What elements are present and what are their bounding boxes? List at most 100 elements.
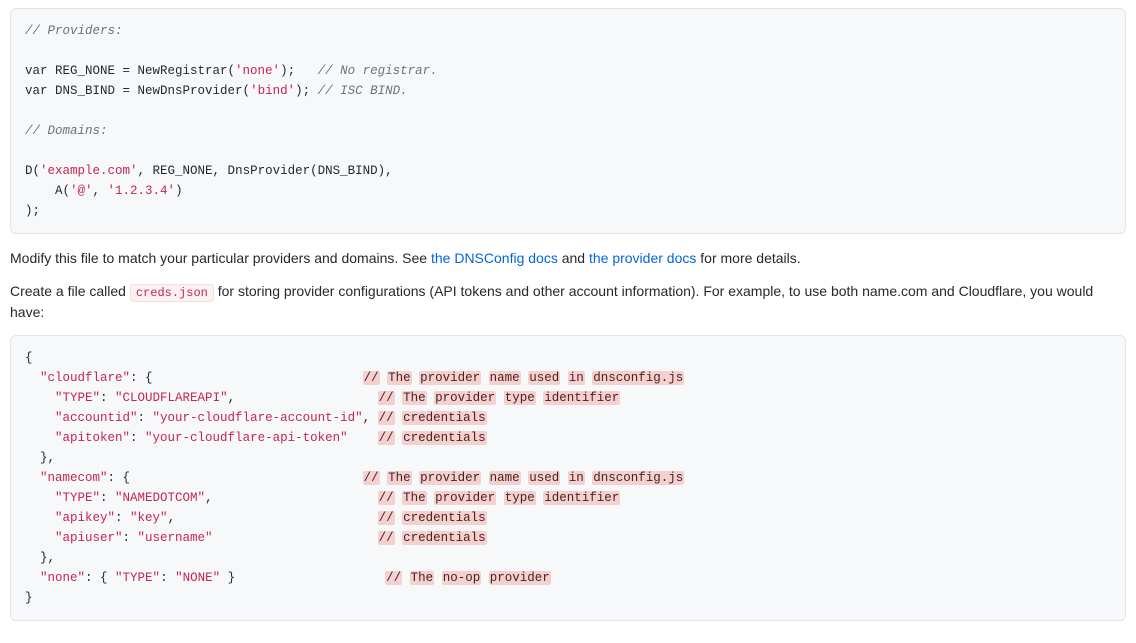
- code-string: "your-cloudflare-api-token": [145, 431, 348, 445]
- code-text: :: [160, 571, 175, 585]
- code-string: 'example.com': [40, 164, 138, 178]
- code-err: credentials: [402, 431, 487, 445]
- code-err: //: [363, 471, 380, 485]
- code-text: ,: [168, 511, 378, 525]
- code-err: name: [489, 371, 521, 385]
- code-err: used: [528, 471, 560, 485]
- code-text: D(: [25, 164, 40, 178]
- code-string: "apiuser": [55, 531, 123, 545]
- code-err: no-op: [442, 571, 482, 585]
- code-text: );: [295, 84, 318, 98]
- code-text: :: [123, 531, 138, 545]
- code-string: "username": [138, 531, 213, 545]
- code-block-dnsconfig: // Providers: var REG_NONE = NewRegistra…: [10, 8, 1126, 234]
- code-text: ,: [205, 491, 378, 505]
- code-errgroup: The provider name used in dnsconfig.js: [380, 471, 685, 485]
- code-text: },: [25, 451, 55, 465]
- code-err: credentials: [402, 411, 487, 425]
- code-text: );: [280, 64, 318, 78]
- code-err: //: [378, 391, 395, 405]
- code-text: [25, 531, 55, 545]
- code-text: :: [115, 511, 130, 525]
- code-err: dnsconfig.js: [592, 371, 684, 385]
- code-errgroup: credentials: [395, 411, 487, 425]
- code-err: type: [504, 491, 536, 505]
- code-comment: // No registrar.: [318, 64, 438, 78]
- code-err: //: [378, 511, 395, 525]
- code-text: [25, 411, 55, 425]
- code-err: provider: [434, 391, 496, 405]
- code-text: , REG_NONE, DnsProvider(DNS_BIND),: [138, 164, 393, 178]
- code-text: :: [138, 411, 153, 425]
- code-string: "namecom": [40, 471, 108, 485]
- code-err: The: [402, 391, 427, 405]
- code-string: "NONE": [175, 571, 220, 585]
- code-string: "TYPE": [55, 491, 100, 505]
- code-text: ,: [228, 391, 378, 405]
- text: and: [558, 250, 589, 266]
- code-err: provider: [434, 491, 496, 505]
- code-err: //: [378, 491, 395, 505]
- inline-code-filename: creds.json: [130, 284, 214, 302]
- code-string: "accountid": [55, 411, 138, 425]
- code-text: },: [25, 551, 55, 565]
- code-text: :: [100, 391, 115, 405]
- code-text: [25, 371, 40, 385]
- code-text: [25, 431, 55, 445]
- code-text: [25, 471, 40, 485]
- code-err: used: [528, 371, 560, 385]
- code-text: A(: [25, 184, 70, 198]
- code-string: '@': [70, 184, 93, 198]
- code-text: :: [130, 431, 145, 445]
- code-err: //: [378, 431, 395, 445]
- code-err: provider: [489, 571, 551, 585]
- code-err: credentials: [402, 511, 487, 525]
- code-string: "TYPE": [115, 571, 160, 585]
- code-text: REG_NONE = NewRegistrar(: [48, 64, 236, 78]
- code-text: DNS_BIND = NewDnsProvider(: [48, 84, 251, 98]
- code-comment: // Providers:: [25, 24, 123, 38]
- code-err: in: [568, 371, 585, 385]
- code-string: "TYPE": [55, 391, 100, 405]
- code-text: [348, 431, 378, 445]
- code-comment: // Domains:: [25, 124, 108, 138]
- link-provider-docs[interactable]: the provider docs: [589, 250, 696, 266]
- code-err: in: [568, 471, 585, 485]
- code-text: );: [25, 204, 40, 218]
- code-err: identifier: [543, 391, 620, 405]
- code-text: ,: [93, 184, 108, 198]
- code-errgroup: The provider type identifier: [395, 391, 621, 405]
- code-err: //: [378, 411, 395, 425]
- code-text: :: [100, 491, 115, 505]
- code-err: identifier: [543, 491, 620, 505]
- text: Create a file called: [10, 283, 130, 299]
- code-string: "apikey": [55, 511, 115, 525]
- code-string: '1.2.3.4': [108, 184, 176, 198]
- code-text: [25, 511, 55, 525]
- code-errgroup: The provider name used in dnsconfig.js: [380, 371, 685, 385]
- code-errgroup: The provider type identifier: [395, 491, 621, 505]
- text: Modify this file to match your particula…: [10, 250, 431, 266]
- code-text: ): [175, 184, 183, 198]
- code-string: "key": [130, 511, 168, 525]
- code-text: {: [25, 351, 33, 365]
- code-string: "apitoken": [55, 431, 130, 445]
- code-err: The: [402, 491, 427, 505]
- text: for more details.: [696, 250, 800, 266]
- code-err: //: [385, 571, 402, 585]
- code-kw: var: [25, 84, 48, 98]
- code-err: provider: [419, 371, 481, 385]
- link-dnsconfig-docs[interactable]: the DNSConfig docs: [431, 250, 558, 266]
- code-string: "your-cloudflare-account-id": [153, 411, 363, 425]
- code-comment: // ISC BIND.: [318, 84, 408, 98]
- code-err: dnsconfig.js: [592, 471, 684, 485]
- code-text: [25, 571, 40, 585]
- code-text: ,: [363, 411, 378, 425]
- code-string: 'bind': [250, 84, 295, 98]
- code-text: : {: [108, 471, 363, 485]
- code-string: "none": [40, 571, 85, 585]
- code-err: The: [387, 471, 412, 485]
- code-text: [25, 491, 55, 505]
- code-text: [213, 531, 378, 545]
- code-string: "cloudflare": [40, 371, 130, 385]
